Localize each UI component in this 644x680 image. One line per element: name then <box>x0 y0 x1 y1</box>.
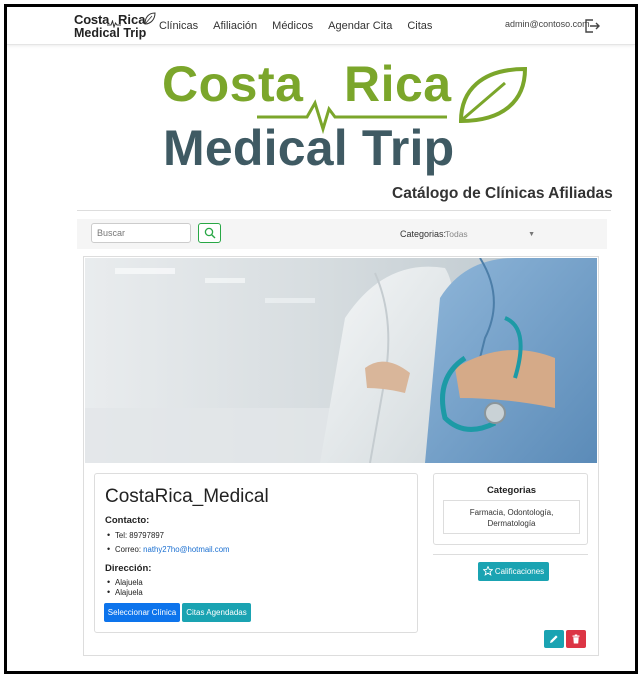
category-select[interactable]: Todas ▼ <box>443 224 543 244</box>
leaf-icon <box>458 66 528 124</box>
category-selected-value: Todas <box>445 229 468 239</box>
clinic-card: CostaRica_Medical Contacto: Tel: 8979789… <box>83 256 599 656</box>
top-navbar: Costa Rica Medical Trip Clínicas Afiliac… <box>7 7 635 45</box>
contact-label: Contacto: <box>105 515 150 526</box>
brand-word-medical-trip: Medical Trip <box>74 26 147 40</box>
hero-logo: Costa Rica Medical Trip <box>162 56 532 181</box>
categories-title: Categorias <box>486 485 537 496</box>
categories-list: Farmacia, Odontología, Dermatología <box>443 500 580 534</box>
nav-link-afiliacion[interactable]: Afiliación <box>213 20 257 32</box>
leaf-icon <box>144 12 156 25</box>
clinic-photo <box>85 258 597 463</box>
divider <box>433 554 588 555</box>
logo-word-medical-trip: Medical Trip <box>163 120 455 176</box>
doctors-photo-illustration <box>85 258 597 463</box>
address-line-1: Alajuela <box>107 577 143 587</box>
user-email: admin@contoso.com <box>505 19 590 29</box>
address-line-2: Alajuela <box>107 587 143 597</box>
trash-icon <box>572 634 580 644</box>
edit-button[interactable] <box>544 630 564 648</box>
ratings-button[interactable]: Calificaciones <box>478 562 549 581</box>
pencil-icon <box>550 635 558 643</box>
search-button[interactable] <box>198 223 221 243</box>
contact-email-prefix: Correo: <box>115 545 144 554</box>
scheduled-appointments-button[interactable]: Citas Agendadas <box>182 603 251 622</box>
select-clinic-button[interactable]: Seleccionar Clínica <box>104 603 180 622</box>
nav-link-medicos[interactable]: Médicos <box>272 20 313 32</box>
brand-word-costa: Costa <box>74 12 110 27</box>
ratings-label: Calificaciones <box>494 566 545 576</box>
delete-button[interactable] <box>566 630 586 648</box>
clinic-info-box: CostaRica_Medical Contacto: Tel: 8979789… <box>94 473 418 633</box>
contact-phone: Tel: 89797897 <box>107 530 164 540</box>
clinic-name: CostaRica_Medical <box>105 486 269 507</box>
categories-line-1: Farmacia, Odontología, <box>469 508 554 517</box>
contact-email-link[interactable]: nathy27ho@hotmail.com <box>143 545 229 554</box>
search-toolbar: Categorias: Todas ▼ <box>77 219 607 249</box>
categories-line-2: Dermatología <box>487 519 536 528</box>
divider <box>77 210 611 211</box>
contact-email-item: Correo: nathy27ho@hotmail.com <box>107 544 230 554</box>
logout-icon[interactable] <box>584 18 600 34</box>
category-label: Categorias: <box>400 229 447 239</box>
nav-links: Clínicas Afiliación Médicos Agendar Cita… <box>159 7 447 45</box>
categories-box: Categorias Farmacia, Odontología, Dermat… <box>433 473 588 545</box>
search-input[interactable] <box>91 223 191 243</box>
logo-word-rica: Rica <box>344 56 452 112</box>
chevron-down-icon: ▼ <box>528 231 535 238</box>
nav-link-clinicas[interactable]: Clínicas <box>159 20 198 32</box>
page-title: Catálogo de Clínicas Afiliadas <box>392 185 613 202</box>
address-label: Dirección: <box>105 563 152 574</box>
nav-link-agendar-cita[interactable]: Agendar Cita <box>328 20 392 32</box>
star-icon <box>482 564 494 578</box>
brand-word-rica: Rica <box>118 12 146 27</box>
nav-link-citas[interactable]: Citas <box>407 20 432 32</box>
app-frame: Costa Rica Medical Trip Clínicas Afiliac… <box>4 4 638 674</box>
search-icon <box>204 227 215 239</box>
brand-logo[interactable]: Costa Rica Medical Trip <box>74 11 156 41</box>
